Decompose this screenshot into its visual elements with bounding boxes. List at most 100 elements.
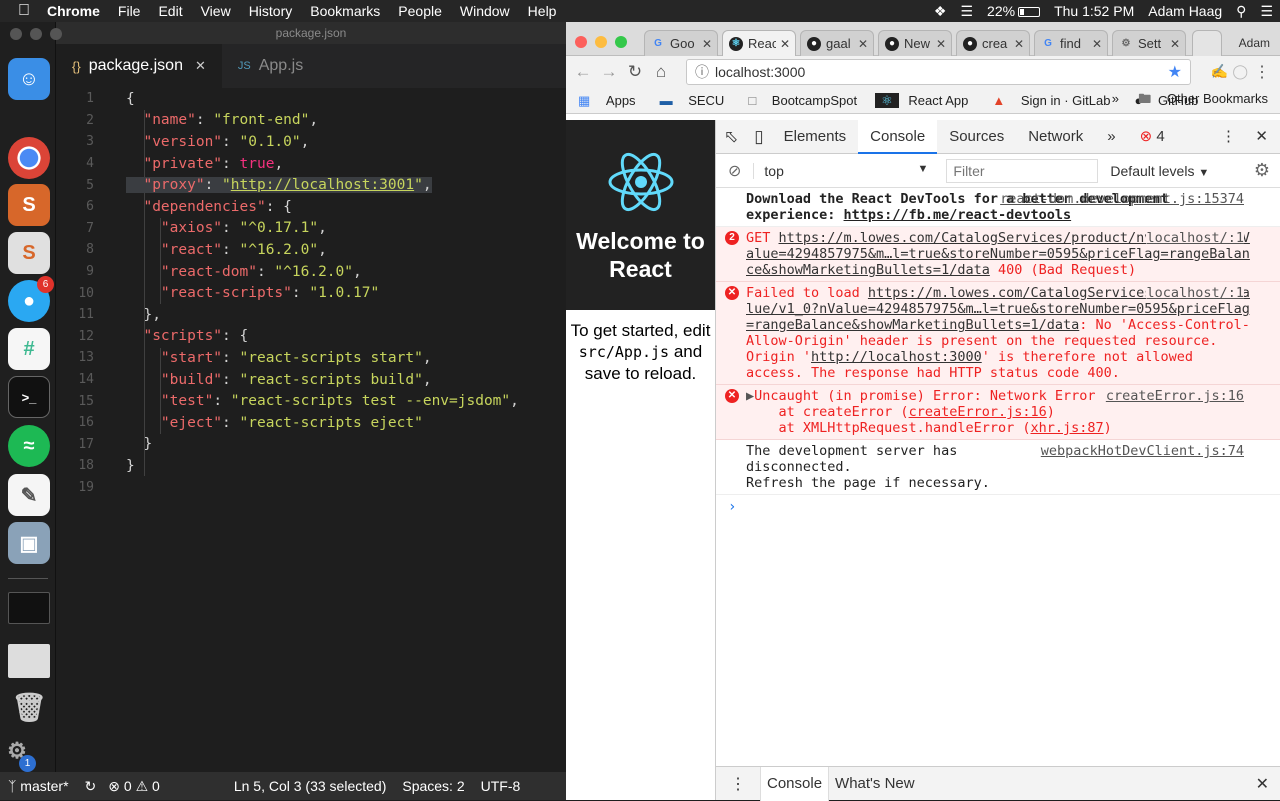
- trash-icon[interactable]: 🗑: [8, 686, 50, 728]
- user-name[interactable]: Adam Haag: [1141, 3, 1229, 19]
- indentation[interactable]: Spaces: 2: [394, 778, 472, 794]
- code-area[interactable]: 1{ 2 "name": "front-end", 3 "version": "…: [56, 88, 566, 498]
- menu-history[interactable]: History: [240, 3, 302, 19]
- log-levels-dropdown[interactable]: Default levels ▼: [1106, 163, 1213, 179]
- tab-elements[interactable]: Elements: [772, 120, 859, 154]
- git-branch[interactable]: ᛉ master*: [0, 778, 77, 794]
- wifi-icon[interactable]: ☰: [953, 3, 980, 20]
- slack-icon[interactable]: #: [8, 328, 50, 370]
- device-toolbar-icon[interactable]: ▯: [746, 120, 771, 154]
- source-link[interactable]: react-dom.development.js:15374: [1000, 191, 1244, 207]
- preview-icon[interactable]: ▣: [8, 522, 50, 564]
- close-devtools-icon[interactable]: ✕: [1249, 120, 1274, 154]
- chrome-tab-active[interactable]: ⚛ Reac ✕: [722, 30, 796, 56]
- chrome-tab[interactable]: ● crea ✕: [956, 30, 1030, 56]
- bookmark-other[interactable]: » 🖿 Other Bookmarks: [1100, 90, 1280, 112]
- source-link[interactable]: localhost/:1: [1146, 230, 1244, 246]
- menu-people[interactable]: People: [389, 3, 451, 19]
- bookmark-bootcampspot[interactable]: □ BootcampSpot: [736, 93, 869, 108]
- menu-window[interactable]: Window: [451, 3, 519, 19]
- cursor-position[interactable]: Ln 5, Col 3 (33 selected): [164, 778, 395, 794]
- sync-icon[interactable]: ↻: [77, 778, 105, 795]
- clear-console-icon[interactable]: ⊘: [716, 161, 753, 181]
- drawer-menu-icon[interactable]: ⋮: [716, 774, 760, 794]
- info-icon[interactable]: ⓘ: [695, 62, 709, 82]
- problems-indicator[interactable]: ⊗ 0 ⚠ 0: [104, 778, 164, 795]
- finder-icon[interactable]: ☺: [8, 58, 50, 100]
- window-thumbnail[interactable]: [8, 644, 50, 678]
- tab-package-json[interactable]: {} package.json ✕: [56, 44, 222, 88]
- sublime-merge-icon[interactable]: S: [8, 232, 50, 274]
- messages-icon[interactable]: ● 6: [8, 276, 54, 322]
- menu-view[interactable]: View: [192, 3, 240, 19]
- chrome-tab[interactable]: G Goo ✕: [644, 30, 718, 56]
- expand-arrow-icon[interactable]: ▶: [746, 388, 754, 404]
- minimize-window-button[interactable]: [30, 28, 42, 40]
- close-window-button[interactable]: [575, 36, 587, 48]
- chrome-icon[interactable]: [8, 137, 50, 179]
- bookmark-react-app[interactable]: ⚛ React App: [869, 92, 980, 109]
- terminal-window-thumbnail[interactable]: [8, 592, 50, 624]
- bookmark-star-icon[interactable]: ★: [1168, 62, 1182, 82]
- reload-icon[interactable]: ↻: [622, 62, 648, 82]
- bookmark-apps[interactable]: ▦ Apps: [566, 93, 648, 109]
- extension-icon[interactable]: ◯: [1232, 63, 1248, 80]
- minimize-window-button[interactable]: [595, 36, 607, 48]
- devtools-link[interactable]: https://fb.me/react-devtools: [844, 207, 1072, 223]
- spotify-icon[interactable]: ≈: [8, 425, 50, 467]
- terminal-icon[interactable]: >_: [8, 376, 50, 418]
- error-counter[interactable]: ⊗ 4: [1128, 120, 1177, 154]
- extension-icon[interactable]: ✍: [1211, 63, 1228, 80]
- tab-console[interactable]: Console: [858, 119, 938, 154]
- spotlight-search-icon[interactable]: ⚲: [1229, 3, 1253, 20]
- apple-icon[interactable]: : [0, 2, 38, 20]
- close-tab-icon[interactable]: ✕: [195, 58, 206, 74]
- devtools-menu-icon[interactable]: ⋮: [1215, 120, 1242, 154]
- menu-help[interactable]: Help: [519, 3, 566, 19]
- chrome-tab[interactable]: Gfind ✕: [1034, 30, 1108, 56]
- drawer-tab-whats-new[interactable]: What's New: [829, 775, 921, 792]
- new-tab-button[interactable]: [1192, 30, 1222, 56]
- chrome-tab[interactable]: ● gaal ✕: [800, 30, 874, 56]
- chrome-menu-icon[interactable]: ⋮: [1254, 62, 1270, 82]
- chrome-tab[interactable]: ● New ✕: [878, 30, 952, 56]
- stack-link[interactable]: xhr.js:87: [1030, 420, 1103, 436]
- proxy-url-link[interactable]: http://localhost:3001: [231, 177, 414, 193]
- clock[interactable]: Thu 1:52 PM: [1047, 3, 1141, 19]
- dropbox-icon[interactable]: ❖: [927, 3, 954, 20]
- chrome-tab[interactable]: ⚙ Sett ✕: [1112, 30, 1186, 56]
- origin-link[interactable]: http://localhost:3000: [811, 349, 982, 365]
- close-drawer-icon[interactable]: ✕: [1256, 774, 1269, 794]
- close-window-button[interactable]: [10, 28, 22, 40]
- inspect-element-icon[interactable]: ⬁: [716, 120, 746, 154]
- zoom-window-button[interactable]: [615, 36, 627, 48]
- address-bar[interactable]: ⓘ localhost:3000 ★: [686, 59, 1191, 85]
- console-filter-input[interactable]: [946, 158, 1099, 183]
- sublime-text-icon[interactable]: S: [8, 184, 50, 226]
- console-settings-icon[interactable]: ⚙: [1254, 160, 1270, 181]
- textedit-icon[interactable]: ✎: [8, 474, 50, 516]
- context-selector[interactable]: top ▼: [753, 162, 938, 179]
- tab-network[interactable]: Network: [1016, 120, 1095, 154]
- encoding[interactable]: UTF-8: [473, 778, 529, 794]
- profile-name[interactable]: Adam: [1239, 36, 1270, 50]
- menu-app-name[interactable]: Chrome: [38, 3, 109, 19]
- back-icon[interactable]: ←: [570, 62, 596, 82]
- source-link[interactable]: webpackHotDevClient.js:74: [1041, 443, 1244, 459]
- zoom-window-button[interactable]: [50, 28, 62, 40]
- settings-gear-icon[interactable]: ⚙ 1: [2, 736, 36, 772]
- home-icon[interactable]: ⌂: [648, 62, 674, 82]
- more-bookmarks-icon[interactable]: »: [1106, 91, 1125, 106]
- tab-sources[interactable]: Sources: [937, 120, 1016, 154]
- drawer-tab-console[interactable]: Console: [760, 766, 830, 801]
- source-link[interactable]: localhost/:1: [1146, 285, 1244, 301]
- menu-bookmarks[interactable]: Bookmarks: [301, 3, 389, 19]
- notification-center-icon[interactable]: ☰: [1253, 3, 1280, 20]
- source-link[interactable]: createError.js:16: [1105, 388, 1244, 404]
- forward-icon[interactable]: →: [596, 62, 622, 82]
- more-tabs-icon[interactable]: »: [1095, 120, 1127, 154]
- menu-edit[interactable]: Edit: [149, 3, 191, 19]
- battery-status[interactable]: 22%: [980, 3, 1047, 19]
- menu-file[interactable]: File: [109, 3, 150, 19]
- console-prompt[interactable]: ›: [716, 495, 1280, 515]
